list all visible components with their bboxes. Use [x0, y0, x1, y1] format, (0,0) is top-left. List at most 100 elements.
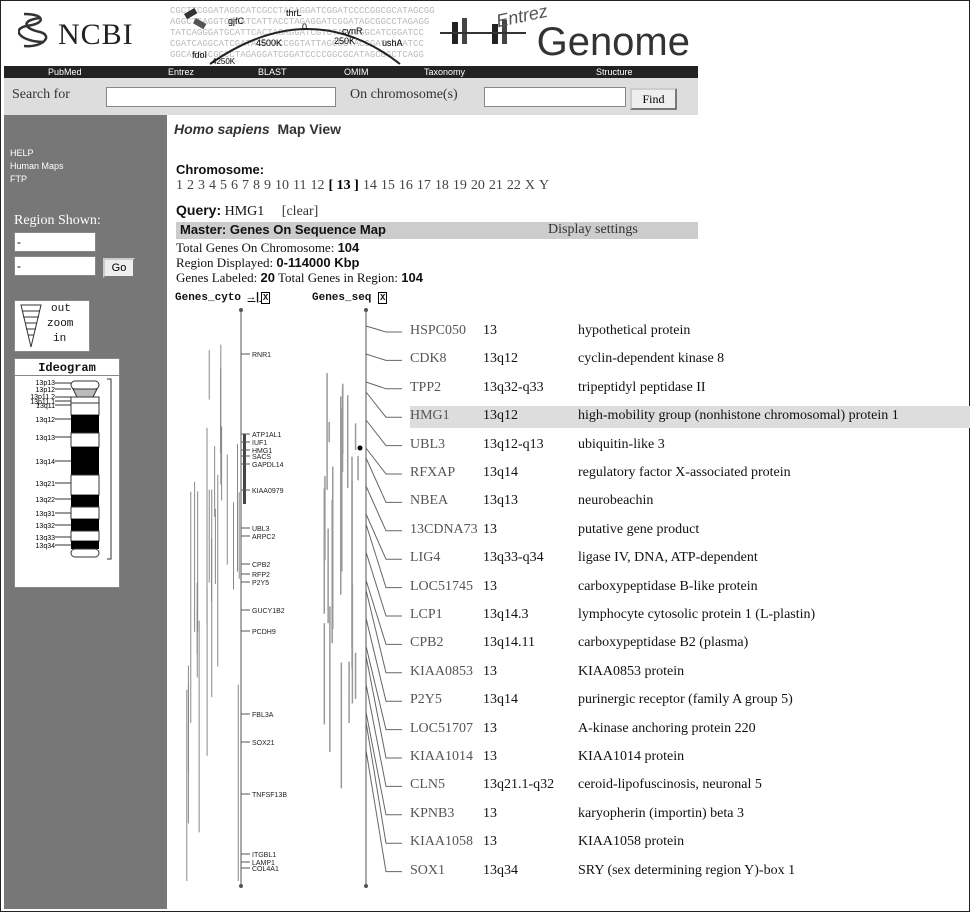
- gene-description: karyopherin (importin) beta 3: [578, 805, 745, 821]
- chromosome-link[interactable]: 22: [507, 178, 521, 193]
- gene-symbol[interactable]: RFXAP: [410, 465, 455, 481]
- gene-row[interactable]: HSPC050 13 hypothetical protein: [410, 321, 970, 343]
- gene-row[interactable]: P2Y5 13q14 purinergic receptor (family A g…: [410, 690, 970, 712]
- gene-row[interactable]: LOC51707 13 A-kinase anchoring protein 220: [410, 719, 970, 741]
- gene-symbol[interactable]: LCP1: [410, 607, 443, 623]
- nav-omim[interactable]: OMIM: [344, 66, 369, 78]
- chromosome-ideogram[interactable]: 13p13 13p12 13p11.2 13p11.1 13q11 13q12 …: [15, 375, 119, 587]
- human-maps-link[interactable]: Human Maps: [10, 160, 64, 173]
- gene-row[interactable]: CPB2 13q14.11 carboxypeptidase B2 (plasma): [410, 633, 970, 655]
- chromosome-link[interactable]: 2: [187, 178, 194, 193]
- gene-row[interactable]: LOC51745 13 carboxypeptidase B-like protei…: [410, 577, 970, 599]
- gene-description: ligase IV, DNA, ATP-dependent: [578, 550, 758, 566]
- search-input[interactable]: [106, 87, 336, 107]
- gene-row[interactable]: UBL3 13q12-q13 ubiquitin-like 3: [410, 435, 970, 457]
- chromosome-link[interactable]: 5: [220, 178, 227, 193]
- chromosome-link[interactable]: 4: [209, 178, 216, 193]
- clear-link[interactable]: [clear]: [282, 204, 319, 219]
- display-settings-link[interactable]: Display settings: [548, 222, 638, 238]
- gene-symbol[interactable]: UBL3: [410, 437, 445, 453]
- gene-row[interactable]: KPNB3 13 karyopherin (importin) beta 3: [410, 804, 970, 826]
- chromosome-link[interactable]: 19: [453, 178, 467, 193]
- cyto-gene-label: IUF1: [252, 440, 267, 447]
- gene-row[interactable]: CDK8 13q12 cyclin-dependent kinase 8: [410, 349, 970, 371]
- axis-end: [364, 884, 368, 888]
- map-seq-title[interactable]: Genes_seq: [312, 292, 371, 304]
- gene-symbol[interactable]: CLN5: [410, 777, 445, 793]
- gene-row[interactable]: SOX1 13q34 SRY (sex determining region Y)-…: [410, 861, 970, 883]
- chromosome-link[interactable]: 3: [198, 178, 205, 193]
- zoom-out[interactable]: out: [51, 303, 71, 315]
- gene-location: 13: [483, 521, 497, 537]
- go-button[interactable]: Go: [103, 258, 135, 278]
- chromosome-link[interactable]: 11: [293, 178, 306, 193]
- chromosome-link[interactable]: [ 13 ]: [328, 178, 358, 193]
- chromosome-link[interactable]: 9: [264, 178, 271, 193]
- gene-row[interactable]: CLN5 13q21.1-q32 ceroid-lipofuscinosis, ne…: [410, 775, 970, 797]
- close-icon[interactable]: X: [260, 292, 271, 304]
- band-label: 13p13: [36, 380, 56, 387]
- chromosome-link[interactable]: 6: [231, 178, 238, 193]
- gene-row[interactable]: TPP2 13q32-q33 tripeptidyl peptidase II: [410, 378, 970, 400]
- gene-symbol[interactable]: HMG1: [410, 408, 450, 424]
- gene-symbol[interactable]: CPB2: [410, 635, 443, 651]
- nav-entrez[interactable]: Entrez: [168, 66, 194, 78]
- gene-row[interactable]: LIG4 13q33-q34 ligase IV, DNA, ATP-depende…: [410, 548, 970, 570]
- gene-symbol[interactable]: KIAA1058: [410, 834, 473, 850]
- chromosome-link[interactable]: 17: [417, 178, 431, 193]
- gene-row[interactable]: 13CDNA73 13 putative gene product: [410, 520, 970, 542]
- gene-row[interactable]: KIAA0853 13 KIAA0853 protein: [410, 662, 970, 684]
- gene-row[interactable]: LCP1 13q14.3 lymphocyte cytosolic protein …: [410, 605, 970, 627]
- gene-row[interactable]: HMG1 13q12 high-mobility group (nonhistone…: [410, 406, 970, 429]
- gene-symbol[interactable]: NBEA: [410, 493, 448, 509]
- zoom-control[interactable]: out zoom in: [14, 300, 90, 352]
- gene-symbol[interactable]: KPNB3: [410, 806, 454, 822]
- chromosome-link[interactable]: X: [525, 178, 535, 193]
- gene-row[interactable]: RFXAP 13q14 regulatory factor X-associated…: [410, 463, 970, 485]
- chromosome-link[interactable]: Y: [539, 178, 549, 193]
- chromosome-link[interactable]: 10: [275, 178, 289, 193]
- gene-row[interactable]: KIAA1014 13 KIAA1014 protein: [410, 747, 970, 769]
- chromosome-input[interactable]: [484, 87, 626, 107]
- ncbi-logo[interactable]: NCBI: [4, 4, 167, 66]
- gene-leader-line: [365, 419, 402, 447]
- chromosome-link[interactable]: 12: [310, 178, 324, 193]
- chromosome-link[interactable]: 21: [489, 178, 503, 193]
- arrow-right-icon[interactable]: →|: [248, 292, 261, 304]
- chromosome-link[interactable]: 16: [399, 178, 413, 193]
- gene-symbol[interactable]: LIG4: [410, 550, 440, 566]
- gene-symbol[interactable]: KIAA0853: [410, 664, 473, 680]
- gene-symbol[interactable]: SOX1: [410, 863, 445, 879]
- gene-symbol[interactable]: LOC51745: [410, 579, 473, 595]
- gene-row[interactable]: NBEA 13q13 neurobeachin: [410, 491, 970, 513]
- chromosome-link[interactable]: 7: [242, 178, 249, 193]
- region-to-input[interactable]: [14, 256, 96, 276]
- chromosome-link[interactable]: 20: [471, 178, 485, 193]
- gene-symbol[interactable]: CDK8: [410, 351, 447, 367]
- chromosome-link[interactable]: 14: [363, 178, 377, 193]
- ftp-link[interactable]: FTP: [10, 173, 64, 186]
- nav-structure[interactable]: Structure: [596, 66, 633, 78]
- close-icon[interactable]: X: [378, 292, 388, 304]
- nav-pubmed[interactable]: PubMed: [48, 66, 82, 78]
- gene-symbol[interactable]: KIAA1014: [410, 749, 473, 765]
- region-from-input[interactable]: [14, 232, 96, 252]
- view-name: Map View: [277, 121, 342, 137]
- gene-symbol[interactable]: LOC51707: [410, 721, 473, 737]
- help-link[interactable]: HELP: [10, 147, 64, 160]
- chromosome-link[interactable]: 15: [381, 178, 395, 193]
- find-button[interactable]: Find: [630, 88, 677, 110]
- gene-symbol[interactable]: 13CDNA73: [410, 522, 478, 538]
- gene-row[interactable]: KIAA1058 13 KIAA1058 protein: [410, 832, 970, 854]
- chromosome-link[interactable]: 8: [253, 178, 260, 193]
- chromosome-link[interactable]: 18: [435, 178, 449, 193]
- nav-blast[interactable]: BLAST: [258, 66, 287, 78]
- gene-symbol[interactable]: HSPC050: [410, 323, 466, 339]
- nav-taxonomy[interactable]: Taxonomy: [424, 66, 465, 78]
- gene-symbol[interactable]: P2Y5: [410, 692, 442, 708]
- map-cyto-title[interactable]: Genes_cyto: [175, 292, 241, 304]
- gene-map-graphic[interactable]: RNR1ATP1AL1IUF1HMG1SACSGAPDL14KIAA0979UB…: [174, 306, 414, 896]
- gene-symbol[interactable]: TPP2: [410, 380, 441, 396]
- chromosome-link[interactable]: 1: [176, 178, 183, 193]
- zoom-in[interactable]: in: [53, 333, 66, 345]
